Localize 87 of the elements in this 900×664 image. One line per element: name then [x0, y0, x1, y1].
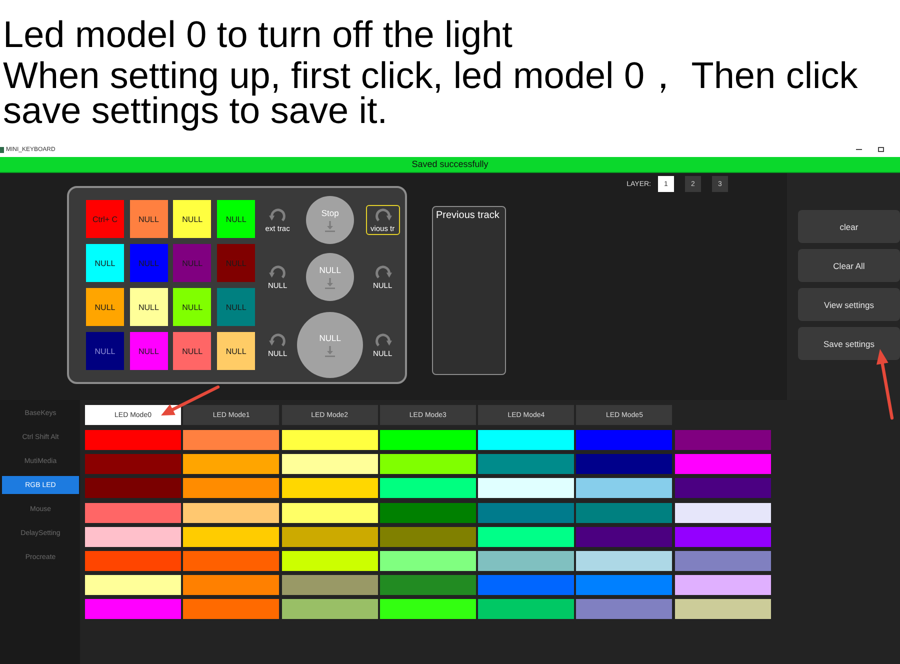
color-swatch[interactable] [183, 575, 280, 596]
down-arrow-icon [325, 346, 336, 357]
action-button[interactable]: View settings [798, 288, 900, 321]
color-swatch[interactable] [674, 502, 771, 523]
key-button[interactable]: NULL [217, 200, 256, 238]
clockwise-arrow-icon [374, 264, 392, 280]
key-button[interactable]: NULL [173, 288, 212, 326]
color-swatch[interactable] [380, 478, 476, 498]
color-swatch[interactable] [85, 454, 181, 474]
down-arrow-icon [325, 278, 336, 289]
down-arrow-icon [325, 221, 336, 232]
color-swatch[interactable] [576, 575, 672, 596]
counterclockwise-arrow-icon [268, 207, 287, 223]
color-swatch[interactable] [576, 599, 672, 620]
key-button[interactable]: NULL [130, 288, 168, 326]
color-swatch[interactable] [282, 599, 378, 620]
color-swatch[interactable] [576, 502, 672, 523]
color-swatch[interactable] [85, 478, 181, 498]
maximize-icon[interactable] [878, 147, 884, 152]
key-button[interactable]: Ctrl+ C [86, 200, 124, 238]
color-swatch[interactable] [674, 550, 771, 571]
color-swatch[interactable] [478, 478, 574, 498]
key-button[interactable]: NULL [130, 332, 168, 370]
color-swatch[interactable] [478, 599, 574, 620]
color-swatch[interactable] [183, 502, 280, 523]
key-button[interactable]: NULL [217, 332, 256, 370]
color-swatch[interactable] [380, 430, 476, 450]
color-swatch[interactable] [282, 430, 378, 450]
color-swatch[interactable] [576, 430, 672, 450]
action-button[interactable]: Clear All [798, 249, 900, 282]
color-swatch[interactable] [282, 526, 378, 547]
color-swatch[interactable] [183, 550, 280, 571]
app-icon [0, 146, 4, 152]
counterclockwise-arrow-icon [268, 332, 287, 348]
color-swatch[interactable] [478, 575, 574, 596]
color-swatch[interactable] [282, 502, 378, 523]
color-swatch[interactable] [282, 478, 378, 498]
color-swatch[interactable] [576, 454, 672, 474]
color-swatch[interactable] [380, 599, 476, 620]
function-display: Previous track [432, 206, 506, 375]
color-swatch[interactable] [85, 599, 181, 620]
color-swatch[interactable] [380, 526, 476, 547]
color-swatch[interactable] [478, 502, 574, 523]
clockwise-arrow-icon [374, 332, 392, 348]
color-swatch[interactable] [85, 526, 181, 547]
key-button[interactable]: NULL [86, 244, 124, 282]
color-swatch[interactable] [380, 502, 476, 523]
color-swatch[interactable] [282, 575, 378, 596]
color-swatch[interactable] [478, 526, 574, 547]
color-swatch[interactable] [674, 526, 771, 547]
key-button[interactable]: NULL [173, 332, 212, 370]
status-message: Saved successfully [412, 159, 488, 170]
key-button[interactable]: NULL [86, 288, 124, 326]
color-swatch[interactable] [576, 550, 672, 571]
color-swatch[interactable] [380, 454, 476, 474]
color-swatch[interactable] [85, 575, 181, 596]
color-swatch[interactable] [85, 550, 181, 571]
color-swatch[interactable] [576, 526, 672, 547]
color-swatch[interactable] [282, 454, 378, 474]
caption-heading: Led model 0 to turn off the light [3, 15, 512, 55]
counterclockwise-arrow-icon [268, 264, 287, 280]
color-swatch[interactable] [85, 502, 181, 523]
color-swatch[interactable] [380, 575, 476, 596]
color-swatch[interactable] [674, 478, 771, 498]
key-button[interactable]: NULL [217, 288, 256, 326]
color-swatch[interactable] [674, 454, 771, 474]
key-button[interactable]: NULL [86, 332, 124, 370]
color-swatch[interactable] [478, 430, 574, 450]
color-swatch[interactable] [183, 430, 280, 450]
color-swatch[interactable] [674, 430, 771, 450]
color-swatch[interactable] [183, 599, 280, 620]
color-swatch[interactable] [576, 478, 672, 498]
color-swatch[interactable] [183, 478, 280, 498]
color-swatch[interactable] [478, 550, 574, 571]
color-swatch[interactable] [674, 599, 771, 620]
color-swatch[interactable] [183, 454, 280, 474]
key-button[interactable]: NULL [173, 200, 212, 238]
action-button[interactable]: clear [798, 210, 900, 243]
clockwise-arrow-icon [374, 207, 392, 223]
color-swatch[interactable] [85, 430, 181, 450]
color-swatch[interactable] [282, 550, 378, 571]
color-swatch[interactable] [478, 454, 574, 474]
color-swatch[interactable] [380, 550, 476, 571]
color-swatch[interactable] [674, 575, 771, 596]
color-swatch[interactable] [183, 526, 280, 547]
key-button[interactable]: NULL [130, 200, 168, 238]
action-button[interactable]: Save settings [798, 327, 900, 360]
